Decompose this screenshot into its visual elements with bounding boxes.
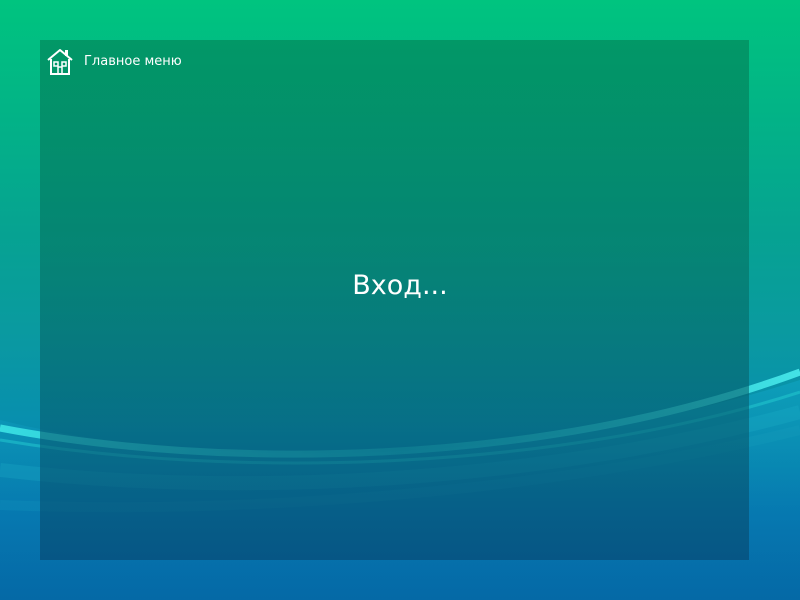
signing-in-status: Вход... — [352, 270, 448, 301]
home-menu-label: Главное меню — [84, 53, 182, 69]
home-menu-button[interactable]: Главное меню — [46, 45, 182, 77]
home-icon — [46, 46, 74, 76]
